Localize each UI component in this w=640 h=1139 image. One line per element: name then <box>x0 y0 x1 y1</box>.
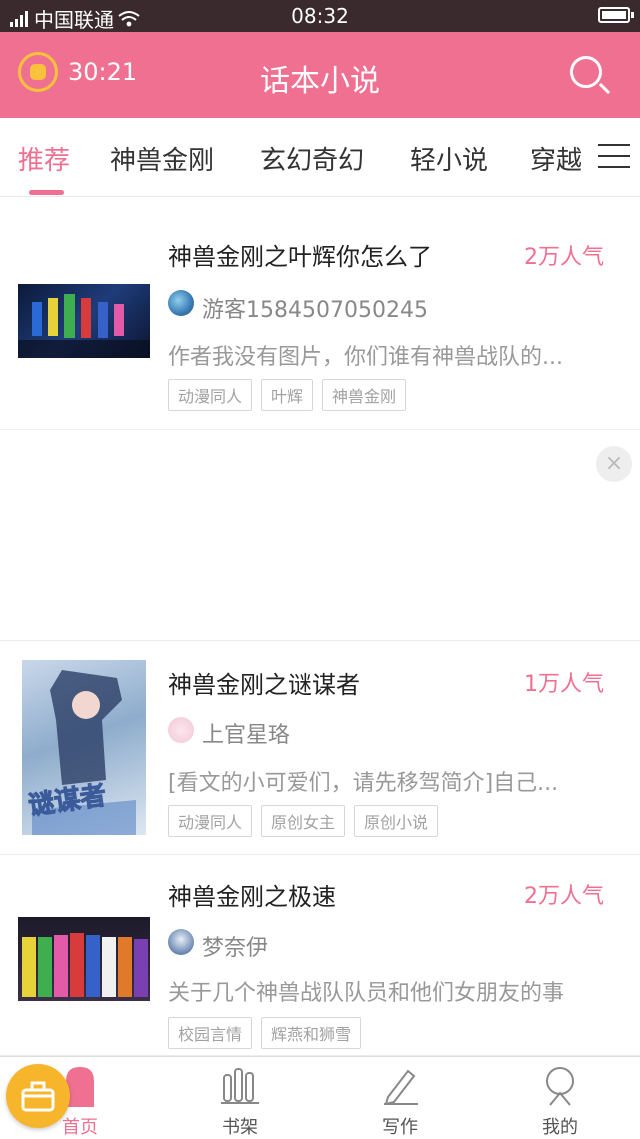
status-time: 08:32 <box>291 4 349 28</box>
nav-label: 书架 <box>222 1117 258 1138</box>
category-tabs: 推荐 神兽金刚 玄幻奇幻 轻小说 穿越 <box>0 118 640 197</box>
tag[interactable]: 原创女主 <box>261 805 346 837</box>
tag[interactable]: 动漫同人 <box>168 379 253 411</box>
book-title[interactable]: 神兽金刚之叶辉你怎么了 <box>168 237 432 272</box>
ranger-group-image <box>18 294 150 358</box>
book-cover[interactable] <box>18 917 150 1001</box>
book-cover[interactable] <box>18 284 150 358</box>
tag[interactable]: 叶辉 <box>261 379 314 411</box>
bottom-nav: 首页 书架 写作 我的 <box>0 1056 640 1139</box>
popularity-count: 2万人气 <box>524 884 604 909</box>
page-title: 话本小说 <box>260 64 380 99</box>
author-name[interactable]: 上官星珞 <box>202 717 290 749</box>
nav-label: 写作 <box>382 1117 418 1138</box>
battery-icon <box>598 7 634 23</box>
nav-label: 我的 <box>542 1117 578 1138</box>
book-item[interactable]: 谜谋者 神兽金刚之谜谋者 1万人气 上官星珞 [看文的小可爱们，请先移驾简介]自… <box>0 641 640 855</box>
book-description: 作者我没有图片，你们谁有神兽战队的... <box>168 345 563 370</box>
nav-write[interactable]: 写作 <box>340 1057 460 1139</box>
app-header: 30:21 话本小说 <box>0 32 640 118</box>
author-avatar[interactable] <box>168 290 194 316</box>
book-description: [看文的小可爱们，请先移驾简介]自己... <box>168 771 559 796</box>
book-title[interactable]: 神兽金刚之极速 <box>168 877 336 912</box>
nav-profile[interactable]: 我的 <box>500 1057 620 1139</box>
treasure-box-icon <box>21 1081 55 1112</box>
bookshelf-icon <box>221 1068 259 1104</box>
book-item[interactable]: 神兽金刚之叶辉你怎么了 2万人气 游客1584507050245 作者我没有图片… <box>0 197 640 430</box>
tab-light-novel[interactable]: 轻小说 <box>410 140 488 177</box>
tag-list: 动漫同人 原创女主 原创小说 <box>168 805 439 837</box>
ranger-lineup-image <box>22 933 148 997</box>
floating-action-button[interactable] <box>6 1064 70 1128</box>
tag[interactable]: 动漫同人 <box>168 805 253 837</box>
book-description: 关于几个神兽战队队员和他们女朋友的事 <box>168 981 565 1006</box>
ad-slot: × <box>0 430 640 641</box>
popularity-count: 2万人气 <box>524 245 604 270</box>
tag[interactable]: 神兽金刚 <box>322 379 407 411</box>
author-avatar[interactable] <box>168 929 194 955</box>
close-icon[interactable]: × <box>596 446 632 482</box>
tab-recommend[interactable]: 推荐 <box>18 140 70 177</box>
nav-bookshelf[interactable]: 书架 <box>180 1057 300 1139</box>
author-name[interactable]: 游客1584507050245 <box>202 292 428 324</box>
tab-shenshou-jingang[interactable]: 神兽金刚 <box>110 140 214 177</box>
active-tab-indicator <box>29 190 64 195</box>
author-avatar[interactable] <box>168 717 194 743</box>
tag-list: 校园言情 辉燕和狮雪 <box>168 1017 362 1049</box>
profile-icon <box>546 1067 574 1106</box>
tab-time-travel[interactable]: 穿越 <box>530 140 582 177</box>
popularity-count: 1万人气 <box>524 672 604 697</box>
status-bar: 中国联通 08:32 <box>0 0 640 32</box>
book-cover[interactable]: 谜谋者 <box>22 660 146 835</box>
book-title[interactable]: 神兽金刚之谜谋者 <box>168 665 360 700</box>
tag[interactable]: 原创小说 <box>354 805 439 837</box>
tag[interactable]: 校园言情 <box>168 1017 253 1049</box>
book-item[interactable]: 神兽金刚之极速 2万人气 梦奈伊 关于几个神兽战队队员和他们女朋友的事 校园言情… <box>0 855 640 1056</box>
pen-icon <box>384 1069 418 1105</box>
menu-icon[interactable] <box>598 144 630 168</box>
tag-list: 动漫同人 叶辉 神兽金刚 <box>168 379 407 411</box>
tab-fantasy[interactable]: 玄幻奇幻 <box>260 140 364 177</box>
tag[interactable]: 辉燕和狮雪 <box>261 1017 362 1049</box>
search-icon[interactable] <box>570 56 602 88</box>
author-name[interactable]: 梦奈伊 <box>202 930 268 962</box>
